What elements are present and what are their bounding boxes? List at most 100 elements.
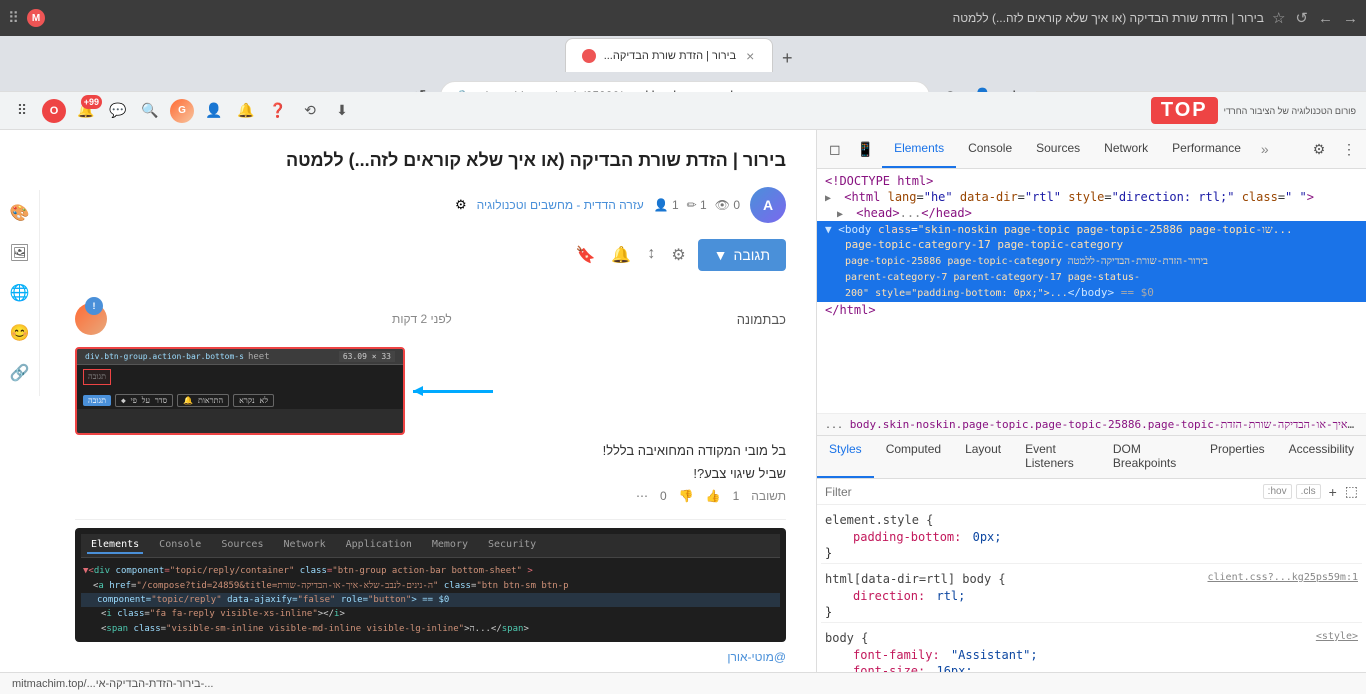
bookmark-action-icon[interactable]: 🔖 <box>571 241 599 269</box>
devtools-mobile-icon[interactable]: 📱 <box>849 141 882 158</box>
tree-line-html-close[interactable]: </html> <box>817 302 1366 318</box>
inner-devtools-tabs: Elements Console Sources Network Applica… <box>81 534 780 558</box>
search-ext-icon[interactable]: 🔍 <box>138 99 162 123</box>
devtools-toolbar: ◻ 📱 Elements Console Sources Network Per… <box>817 130 1366 169</box>
inner-code-line-3: component="topic/reply" data-ajaxify="fa… <box>81 593 780 607</box>
styles-tab-computed[interactable]: Computed <box>874 436 953 478</box>
devtools-tab-sources[interactable]: Sources <box>1024 130 1092 168</box>
inner-code-line-5: <span class="visible-sm-inline visible-m… <box>81 621 780 636</box>
thumbs-up-icon[interactable]: 👍 <box>706 489 721 503</box>
history-icon[interactable]: ↺ <box>1295 9 1308 27</box>
filter-input[interactable] <box>825 485 1259 499</box>
css-source-1[interactable]: client.css?...kg25ps59m:1 <box>1207 572 1358 586</box>
expand-panel-icon[interactable]: ⬚ <box>1345 483 1358 500</box>
inner-tab-sources[interactable]: Sources <box>217 537 267 554</box>
breadcrumb-text: body.skin-noskin.page-topic.page-topic-2… <box>850 418 1366 431</box>
thumbs-up-count: 1 <box>733 489 740 503</box>
tree-line-body[interactable]: ▼ <body class="skin-noskin page-topic pa… <box>817 221 1366 302</box>
bell-icon[interactable]: 🔔 <box>234 99 258 123</box>
styles-tab-accessibility[interactable]: Accessibility <box>1277 436 1366 478</box>
hov-button[interactable]: :hov <box>1263 484 1292 499</box>
html-tree[interactable]: <!DOCTYPE html> ▶ <html lang="he" data-d… <box>817 169 1366 413</box>
css-property-dir[interactable]: direction: rtl; <box>821 588 1362 604</box>
back-icon[interactable]: ← <box>1318 10 1333 27</box>
devtools-tabs: ◻ 📱 Elements Console Sources Network Per… <box>817 130 1366 168</box>
styles-tab-dom-breakpoints[interactable]: DOM Breakpoints <box>1101 436 1198 478</box>
css-property-font-family[interactable]: font-family: "Assistant"; <box>821 647 1362 663</box>
css-rule-html-body: html[data-dir=rtl] body { client.css?...… <box>821 568 1362 623</box>
active-tab[interactable]: בירור | הזדת שורת הבדיקה... × <box>565 38 774 72</box>
apps-grid-icon[interactable]: ⠿ <box>10 99 34 123</box>
notification-icon[interactable]: 🔔 +99 <box>74 99 98 123</box>
bell-action-icon[interactable]: 🔔 <box>607 241 635 269</box>
screenshot-preview: div.btn-group.action-bar.bottom-s heet 6… <box>75 347 405 435</box>
devtools-inspect-icon[interactable]: ◻ <box>821 141 849 158</box>
css-property-font-size[interactable]: font-size: 16px; <box>821 663 1362 672</box>
devtools-tab-elements[interactable]: Elements <box>882 130 956 168</box>
add-rule-button[interactable]: + <box>1325 484 1341 500</box>
cls-button[interactable]: .cls <box>1296 484 1321 499</box>
post-body-text: בל מובי המקודה המחואיבה בללל! <box>75 443 786 458</box>
inner-tab-console[interactable]: Console <box>155 537 205 554</box>
new-tab-button[interactable]: + <box>773 44 801 72</box>
css-rule-body: body { <style> font-family: "Assistant";… <box>821 627 1362 672</box>
settings-action-icon[interactable]: ⚙ <box>667 241 689 269</box>
devtools-tab-more[interactable]: » <box>1253 141 1277 157</box>
styles-tab-event-listeners[interactable]: Event Listeners <box>1013 436 1101 478</box>
message-icon[interactable]: 💬 <box>106 99 130 123</box>
inner-tab-memory[interactable]: Memory <box>428 537 472 554</box>
tree-line-doctype[interactable]: <!DOCTYPE html> <box>817 173 1366 189</box>
devtools-settings-icon[interactable]: ⚙ <box>1306 136 1332 162</box>
styles-tab-properties[interactable]: Properties <box>1198 436 1277 478</box>
bookmark-icon[interactable]: ☆ <box>1272 9 1285 27</box>
sidebar-globe-icon[interactable]: 🌐 <box>5 278 35 308</box>
post-card: כבתמונה לפני 2 דקות div.btn-group.action… <box>75 287 786 520</box>
inner-tab-network[interactable]: Network <box>279 537 329 554</box>
sidebar-link-icon[interactable]: 🔗 <box>5 358 35 388</box>
sidebar-paint-icon[interactable]: 🎨 <box>5 198 35 228</box>
forward-icon[interactable]: → <box>1343 10 1358 27</box>
inner-tab-performance[interactable]: Application <box>342 537 416 554</box>
reply-button[interactable]: תגובה ▼ <box>698 239 786 271</box>
devtools-tab-network[interactable]: Network <box>1092 130 1160 168</box>
css-source-style[interactable]: <style> <box>1316 631 1358 645</box>
extensions-bar: ⠿ O 🔔 +99 💬 🔍 G 👤 🔔 ❓ ⟲ ⬇ פורום הטכנולוג… <box>0 92 1366 130</box>
inner-code-line-2: <a href="/compose?tid=24859&title=ה-ניני… <box>81 578 780 593</box>
sort-action-icon[interactable]: ↕ <box>643 241 659 269</box>
tab-close-button[interactable]: × <box>744 46 756 66</box>
opera-icon[interactable]: O <box>42 99 66 123</box>
profile-pic-icon[interactable]: G <box>170 99 194 123</box>
filter-bar: :hov .cls + ⬚ <box>817 479 1366 505</box>
inner-tab-security[interactable]: Security <box>484 537 540 554</box>
category-icon: ⚙ <box>455 197 467 213</box>
devtools-tab-performance[interactable]: Performance <box>1160 130 1253 168</box>
post-header: כבתמונה לפני 2 דקות <box>75 303 786 335</box>
apps-icon[interactable]: ⠿ <box>8 9 19 27</box>
sidebar-image-icon[interactable]: 🖼 <box>5 238 35 268</box>
styles-tab-styles[interactable]: Styles <box>817 436 874 478</box>
help-icon[interactable]: ❓ <box>266 99 290 123</box>
sidebar-icons: 🎨 🖼 🌐 😊 🔗 <box>0 190 40 396</box>
post-meta: A 0 👁 1 ✏ 1 👤 עזרה הדדית - מחשבים וטכנול… <box>75 187 786 223</box>
css-close-brace-1: } <box>821 545 1362 561</box>
more-actions-icon[interactable]: ⋯ <box>636 489 648 503</box>
bottom-username[interactable]: @מוטי-אורן <box>75 650 786 664</box>
devtools-more-icon[interactable]: ⋮ <box>1336 136 1362 162</box>
breadcrumb-bar: ... body.skin-noskin.page-topic.page-top… <box>817 413 1366 436</box>
history-ext-icon[interactable]: ⟲ <box>298 99 322 123</box>
tab-favicon-icon <box>582 49 596 63</box>
styles-tab-layout[interactable]: Layout <box>953 436 1013 478</box>
devtools-action-icons: ⚙ ⋮ <box>1306 136 1362 162</box>
devtools-tab-console[interactable]: Console <box>956 130 1024 168</box>
inner-tab-elements[interactable]: Elements <box>87 537 143 554</box>
thumbs-down-icon[interactable]: 👎 <box>679 489 694 503</box>
reply-action[interactable]: תשובה <box>751 489 786 503</box>
logo-subtitle: פורום הטכנולוגיה של הציבור החרדי <box>1224 106 1356 116</box>
tree-line-html[interactable]: ▶ <html lang="he" data-dir="rtl" style="… <box>817 189 1366 205</box>
sidebar-emoji-icon[interactable]: 😊 <box>5 318 35 348</box>
download-icon[interactable]: ⬇ <box>330 99 354 123</box>
css-property-1[interactable]: padding-bottom: 0px; <box>821 529 1362 545</box>
user-icon[interactable]: 👤 <box>202 99 226 123</box>
category-link[interactable]: עזרה הדדית - מחשבים וטכנולוגיה <box>477 198 644 212</box>
tree-line-head[interactable]: ▶ <head>...</head> <box>817 205 1366 221</box>
